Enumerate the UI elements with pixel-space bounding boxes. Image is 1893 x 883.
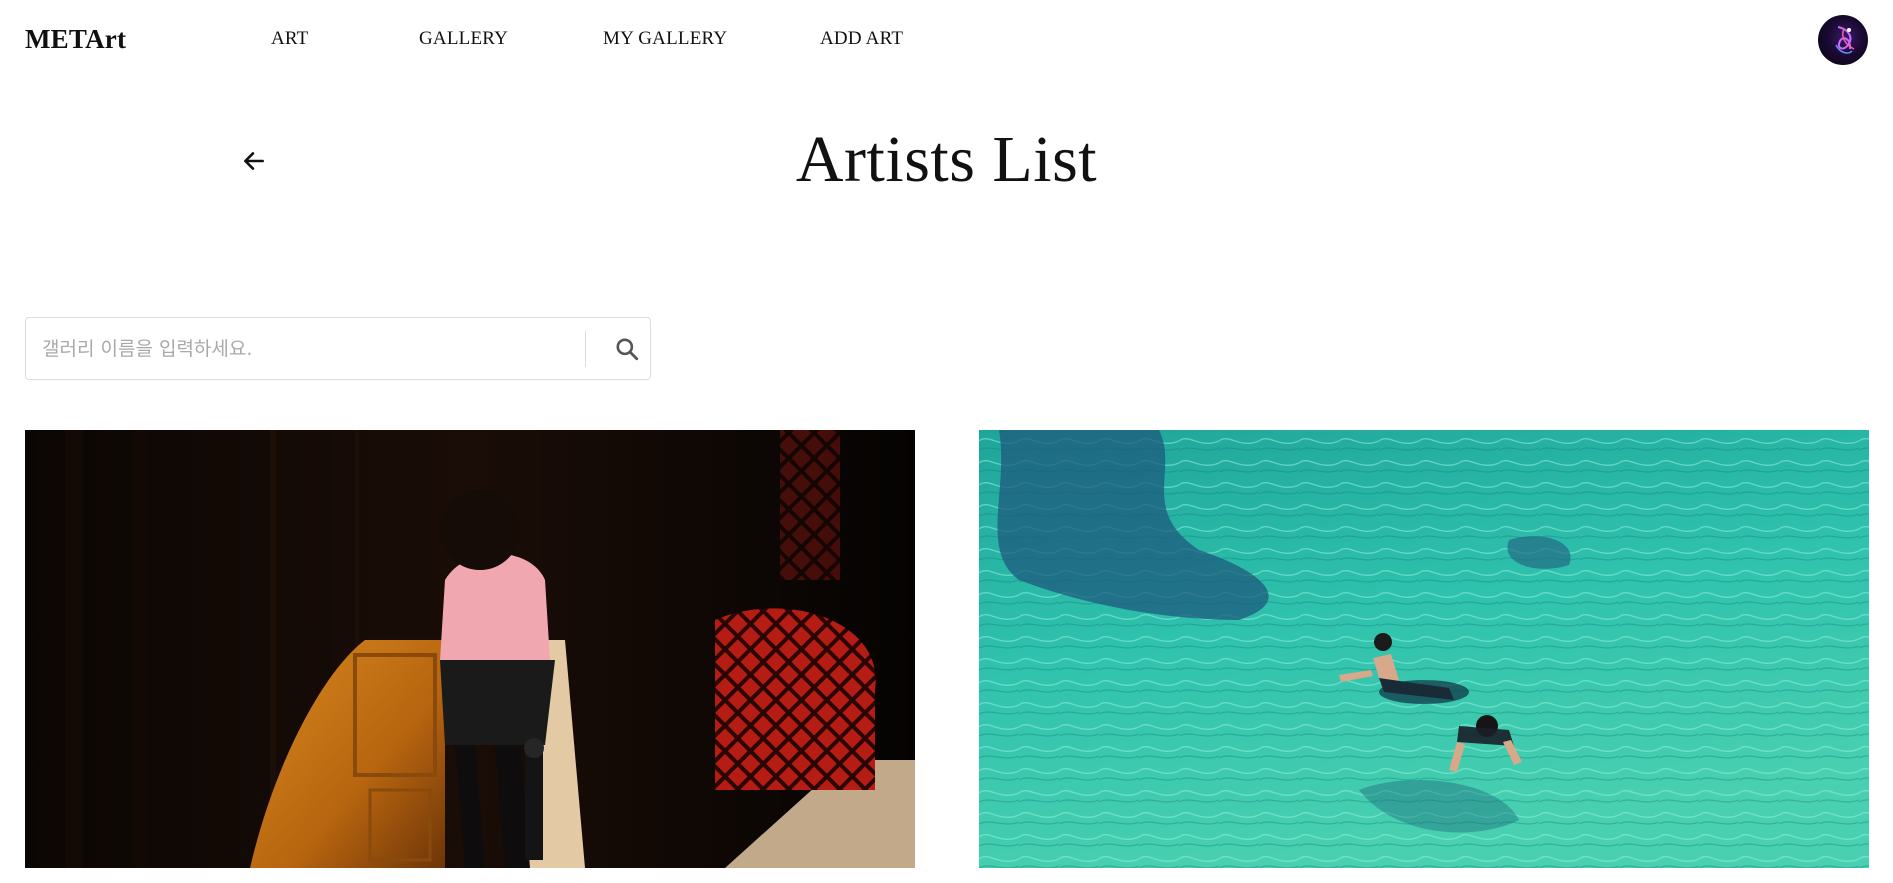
site-logo[interactable]: METArt [25,24,126,55]
swimmers-in-turquoise-sea-photo [979,430,1869,868]
avatar-image [1835,26,1855,54]
gallery-search-box [25,317,651,380]
top-navbar: METArt ART GALLERY MY GALLERY ADD ART [0,0,1893,80]
artwork-card[interactable] [25,430,915,868]
nav-link-gallery[interactable]: GALLERY [419,28,508,50]
gallery-search-input[interactable] [42,318,592,379]
search-icon [616,338,639,361]
user-avatar[interactable] [1818,15,1868,65]
nav-link-art[interactable]: ART [271,28,308,50]
nav-link-add-art[interactable]: ADD ART [820,28,903,50]
woman-in-doorway-light-and-shadow-photo [25,430,915,868]
page-title: Artists List [795,123,1098,196]
nav-link-my-gallery[interactable]: MY GALLERY [603,28,727,50]
search-button[interactable] [612,334,642,364]
artwork-card[interactable] [979,430,1869,868]
search-divider [585,331,586,367]
